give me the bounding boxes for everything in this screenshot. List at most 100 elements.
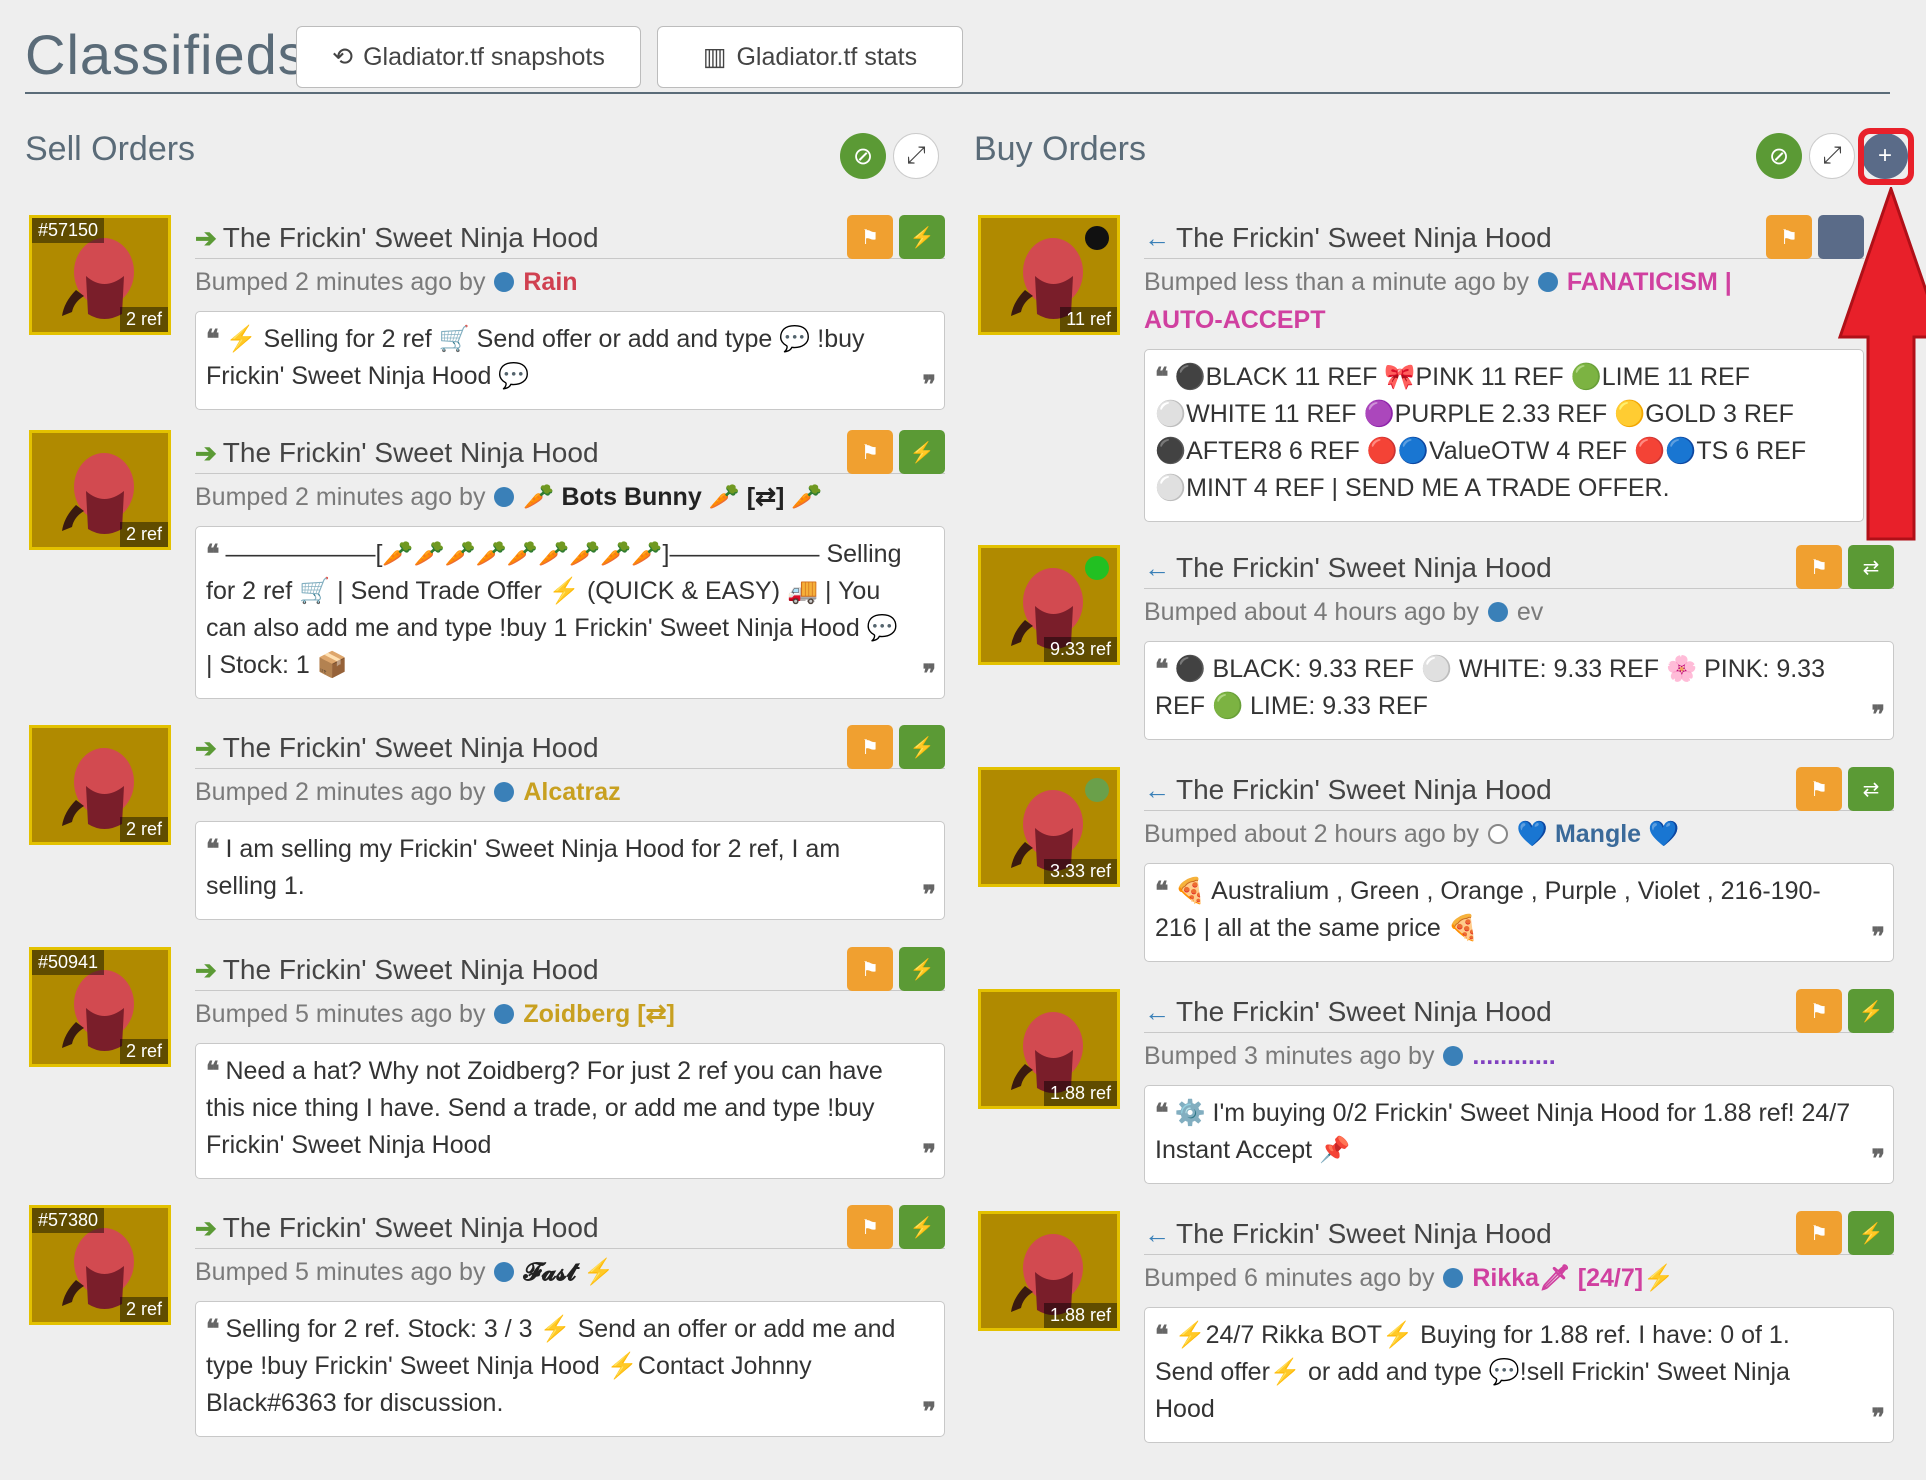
quote-open-icon: ❝ (1155, 1320, 1169, 1349)
history-icon: ⟲ (332, 43, 354, 71)
lightning-icon: ⚡ (1858, 1000, 1884, 1023)
comment-text: ⚡24/7 Rikka BOT⚡ Buying for 1.88 ref. I … (1155, 1321, 1790, 1423)
instant-trade-button[interactable]: ⚡ (899, 215, 945, 259)
user-link[interactable]: 🥕 Bots Bunny 🥕 [⇄] 🥕 (523, 483, 822, 511)
item-name-label: The Frickin' Sweet Ninja Hood (222, 732, 599, 763)
expand-button[interactable]: ⤢ (1809, 133, 1855, 179)
lightning-icon: ⚡ (909, 441, 935, 464)
item-thumbnail[interactable]: 3.33 ref (978, 767, 1120, 887)
stats-label: Gladiator.tf stats (736, 42, 918, 71)
arrow-left-icon: ← (1144, 553, 1170, 583)
user-status-dot (1443, 1046, 1464, 1066)
arrow-left-icon: ← (1144, 1219, 1170, 1249)
item-thumbnail[interactable]: 2 ref (29, 430, 171, 550)
arrow-right-icon: ➔ (195, 1213, 217, 1243)
user-status-dot (1443, 1268, 1464, 1288)
quote-close-icon: ❞ (1871, 922, 1885, 951)
hide-listings-button[interactable]: ⊘ (840, 133, 886, 179)
listing-comment: ❝ ⚡ Selling for 2 ref 🛒 Send offer or add… (195, 311, 945, 410)
report-button[interactable]: ⚑ (847, 725, 893, 769)
item-name[interactable]: ← The Frickin' Sweet Ninja Hood (1144, 767, 1894, 811)
user-link[interactable]: Zoidberg [⇄] (523, 1000, 674, 1028)
report-button[interactable]: ⚑ (1796, 767, 1842, 811)
item-thumbnail[interactable]: 1.88 ref (978, 1211, 1120, 1331)
instant-trade-button[interactable]: ⚡ (899, 1205, 945, 1249)
quote-close-icon: ❞ (922, 370, 936, 399)
lightning-icon: ⚡ (909, 1216, 935, 1239)
user-link[interactable]: 𝓕𝓪𝓼𝓽 ⚡ (523, 1258, 614, 1286)
report-button[interactable]: ⚑ (1796, 545, 1842, 589)
user-status-dot (494, 487, 515, 507)
sell-orders-title: Sell Orders (25, 130, 196, 168)
listing-id: #50941 (32, 950, 105, 975)
user-link[interactable]: Alcatraz (523, 778, 620, 806)
flag-icon: ⚑ (1780, 226, 1798, 249)
bumped-line: Bumped about 2 hours ago by 💙 Mangle 💙 (1144, 815, 1894, 853)
item-name[interactable]: ← The Frickin' Sweet Ninja Hood (1144, 989, 1894, 1033)
report-button[interactable]: ⚑ (847, 430, 893, 474)
item-name[interactable]: ← The Frickin' Sweet Ninja Hood (1144, 545, 1894, 589)
user-status-dot (494, 782, 515, 802)
comment-text: ——————[🥕🥕🥕🥕🥕🥕🥕🥕🥕]—————— Selling for 2 re… (206, 540, 902, 679)
instant-trade-button[interactable]: ⚡ (1848, 989, 1894, 1033)
item-name[interactable]: ➔ The Frickin' Sweet Ninja Hood (195, 725, 945, 769)
report-button[interactable]: ⚑ (847, 947, 893, 991)
report-button[interactable]: ⚑ (1766, 215, 1812, 259)
user-status-dot (494, 272, 515, 292)
trade-offer-button[interactable]: ⇄ (1848, 767, 1894, 811)
user-link[interactable]: 💙 Mangle 💙 (1517, 820, 1679, 848)
quote-open-icon: ❝ (206, 539, 220, 568)
expand-icon: ⤢ (906, 142, 926, 169)
instant-trade-button[interactable]: ⚡ (899, 725, 945, 769)
snapshots-label: Gladiator.tf snapshots (363, 42, 605, 71)
instant-trade-button[interactable]: ⚡ (899, 430, 945, 474)
item-name[interactable]: ➔ The Frickin' Sweet Ninja Hood (195, 1205, 945, 1249)
comment-text: 🍕 Australium , Green , Orange , Purple ,… (1155, 877, 1821, 942)
edit-button[interactable] (1818, 215, 1864, 259)
price-tag: 2 ref (119, 817, 168, 842)
bumped-text: Bumped 5 minutes ago by (195, 1000, 486, 1028)
stats-button[interactable]: ▥ Gladiator.tf stats (657, 26, 963, 88)
item-thumbnail[interactable]: 9.33 ref (978, 545, 1120, 665)
item-thumbnail[interactable]: #57380 2 ref (29, 1205, 171, 1325)
quote-close-icon: ❞ (1871, 1144, 1885, 1173)
hide-listings-button[interactable]: ⊘ (1756, 133, 1802, 179)
report-button[interactable]: ⚑ (847, 215, 893, 259)
item-name[interactable]: ➔ The Frickin' Sweet Ninja Hood (195, 430, 945, 474)
report-button[interactable]: ⚑ (1796, 989, 1842, 1033)
quote-open-icon: ❝ (206, 1314, 220, 1343)
flag-icon: ⚑ (861, 226, 879, 249)
buy-orders-title: Buy Orders (974, 130, 1146, 168)
quote-open-icon: ❝ (206, 324, 220, 353)
item-thumbnail[interactable]: #57150 2 ref (29, 215, 171, 335)
item-thumbnail[interactable]: #50941 2 ref (29, 947, 171, 1067)
item-name[interactable]: ➔ The Frickin' Sweet Ninja Hood (195, 215, 945, 259)
user-link[interactable]: ev (1517, 598, 1543, 626)
instant-trade-button[interactable]: ⚡ (1848, 1211, 1894, 1255)
user-link[interactable]: Rain (523, 268, 577, 296)
item-thumbnail[interactable]: 11 ref (978, 215, 1120, 335)
item-name[interactable]: ← The Frickin' Sweet Ninja Hood (1144, 215, 1864, 259)
item-thumbnail[interactable]: 1.88 ref (978, 989, 1120, 1109)
instant-trade-button[interactable]: ⚡ (899, 947, 945, 991)
quote-open-icon: ❝ (206, 834, 220, 863)
snapshots-button[interactable]: ⟲ Gladiator.tf snapshots (296, 26, 641, 88)
exchange-icon: ⇄ (1862, 556, 1880, 579)
price-tag: 2 ref (119, 1297, 168, 1322)
item-name[interactable]: ➔ The Frickin' Sweet Ninja Hood (195, 947, 945, 991)
user-link[interactable]: Rikka🗡 [24/7]⚡ (1472, 1264, 1674, 1292)
expand-button[interactable]: ⤢ (893, 133, 939, 179)
item-name-label: The Frickin' Sweet Ninja Hood (222, 437, 599, 468)
quote-open-icon: ❝ (206, 1056, 220, 1085)
page-title: Classifieds (25, 23, 307, 86)
item-name[interactable]: ← The Frickin' Sweet Ninja Hood (1144, 1211, 1894, 1255)
item-name-label: The Frickin' Sweet Ninja Hood (1176, 222, 1552, 253)
listing-comment: ❝ ⚙️ I'm buying 0/2 Frickin' Sweet Ninja … (1144, 1085, 1894, 1184)
user-link[interactable]: ............ (1472, 1042, 1555, 1070)
item-thumbnail[interactable]: 2 ref (29, 725, 171, 845)
report-button[interactable]: ⚑ (1796, 1211, 1842, 1255)
report-button[interactable]: ⚑ (847, 1205, 893, 1249)
trade-offer-button[interactable]: ⇄ (1848, 545, 1894, 589)
lightning-icon: ⚡ (909, 958, 935, 981)
quote-open-icon: ❝ (1155, 654, 1169, 683)
